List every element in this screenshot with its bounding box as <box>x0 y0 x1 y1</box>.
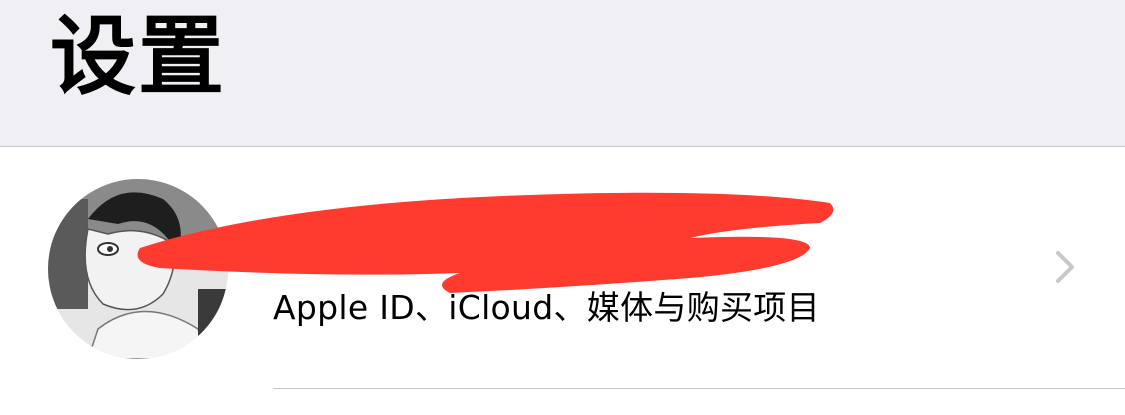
redaction-scribble <box>137 192 834 293</box>
next-row-area <box>0 389 1125 415</box>
page-title: 设置 <box>50 7 226 107</box>
apple-id-subtitle: Apple ID、iCloud、媒体与购买项目 <box>273 288 820 327</box>
chevron-right-icon <box>1056 251 1074 283</box>
apple-id-account-row[interactable]: Apple ID、iCloud、媒体与购买项目 <box>0 147 1125 389</box>
navigation-header: 设置 <box>0 0 1125 147</box>
